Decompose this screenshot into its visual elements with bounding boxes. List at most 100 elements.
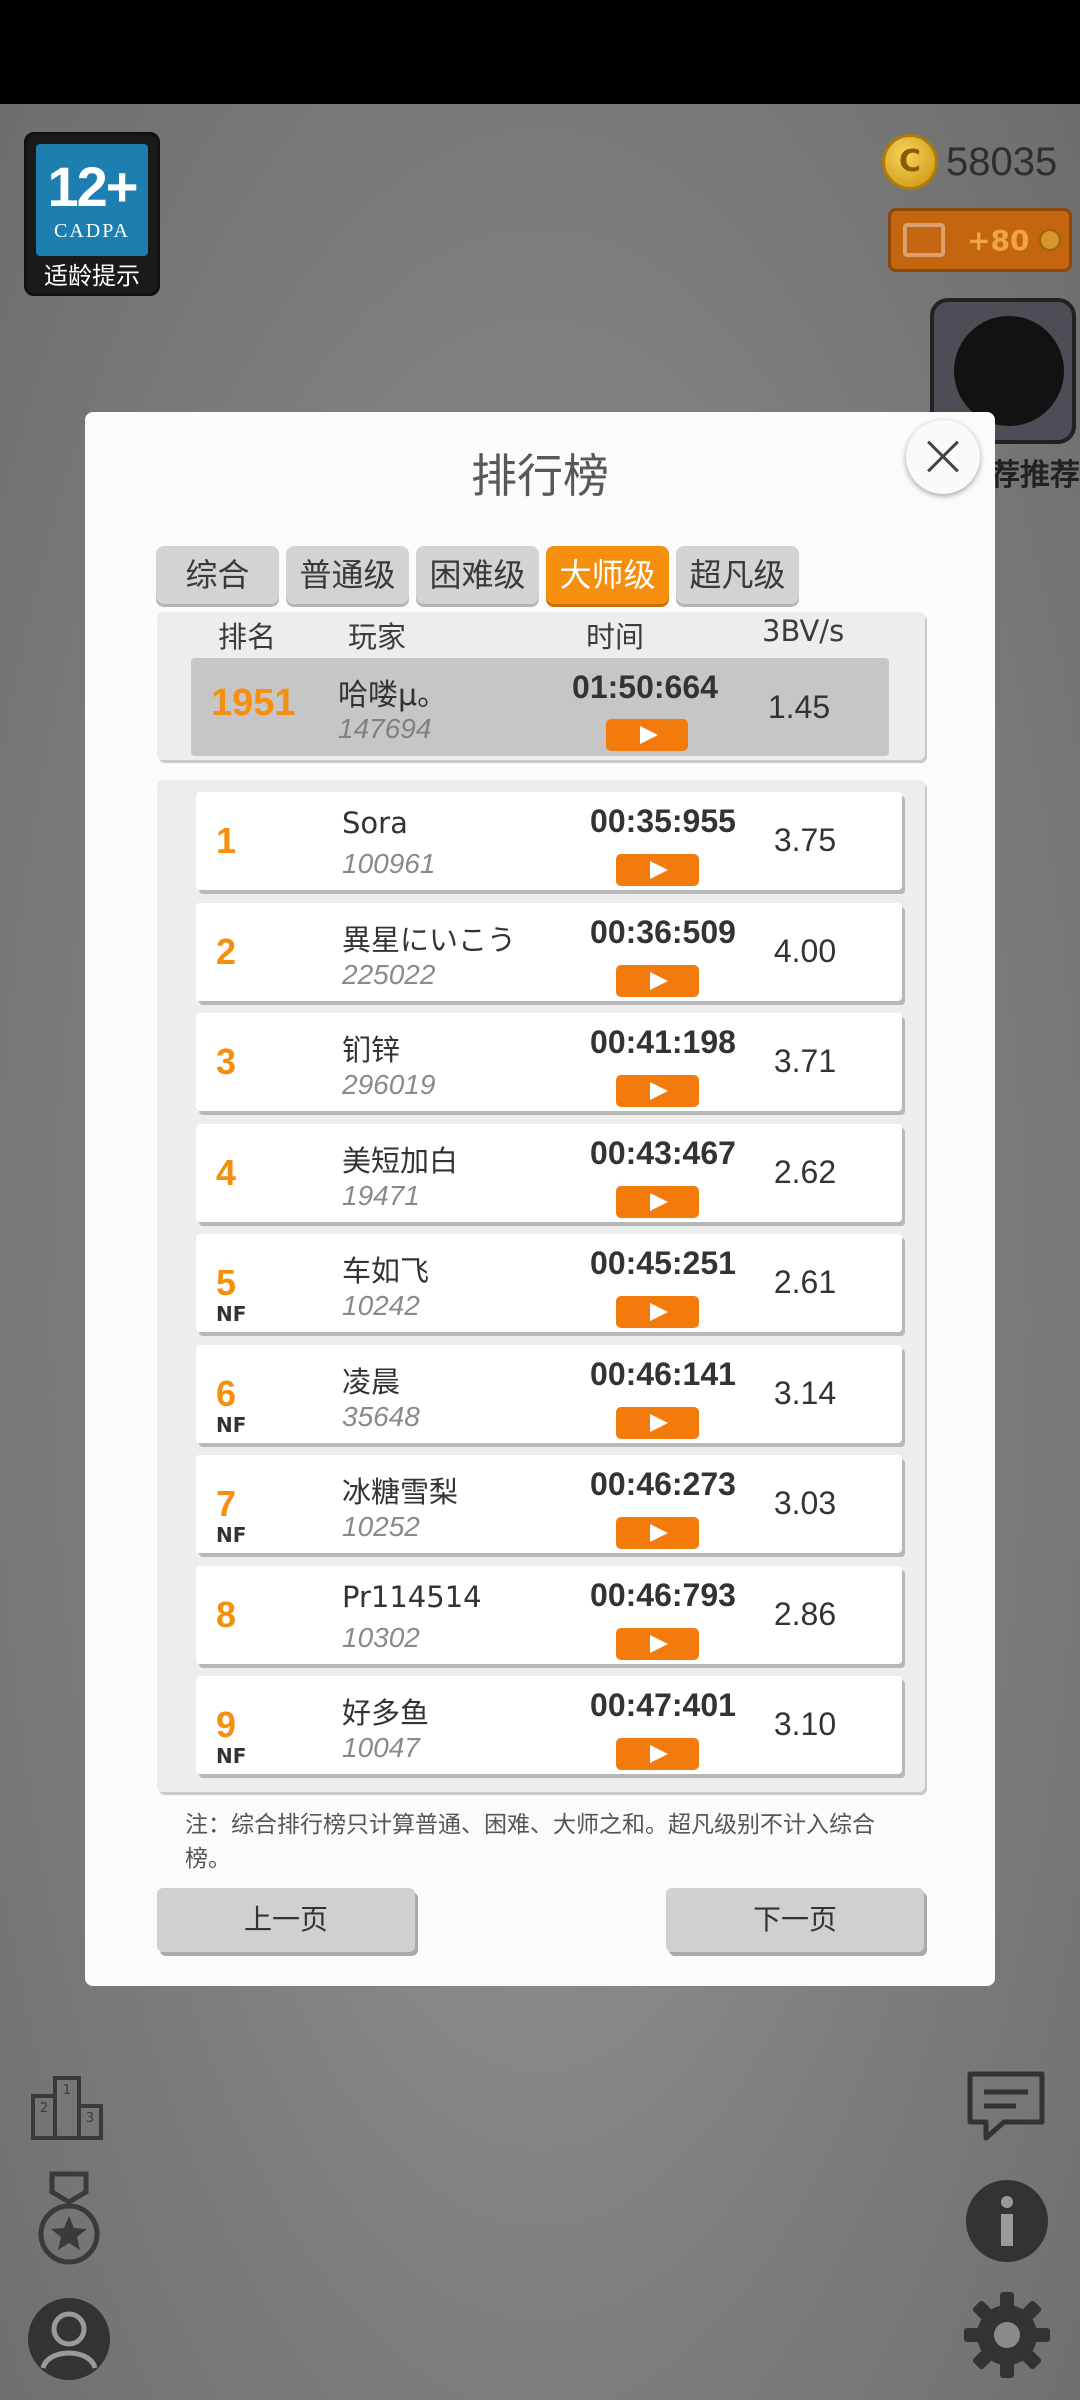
row-player-name: 異星にいこう: [342, 922, 517, 957]
recommend-label: 荐推荐: [990, 458, 1080, 493]
close-icon[interactable]: [906, 420, 980, 494]
play-replay-button[interactable]: [616, 964, 699, 997]
next-page-button[interactable]: 下一页: [666, 1888, 924, 1952]
row-player-id: 100961: [342, 848, 436, 879]
play-replay-button[interactable]: [616, 1185, 699, 1218]
nf-label: NF: [216, 1744, 247, 1768]
row-rank: 9: [216, 1704, 237, 1745]
leaderboard-row: 8 Pr114514 10302 00:46:793 2.86: [196, 1565, 902, 1664]
row-player-name: Sora: [342, 806, 408, 840]
row-rank: 5: [216, 1262, 237, 1303]
medal-icon[interactable]: [34, 2170, 104, 2268]
row-rank: 2: [216, 930, 237, 972]
play-replay-button[interactable]: [616, 1738, 699, 1770]
age-rating-org: CADPA: [54, 220, 130, 242]
row-player-id: 19471: [342, 1179, 420, 1211]
row-bvs: 3.10: [773, 1706, 837, 1742]
row-time: 00:46:793: [590, 1576, 736, 1613]
nf-label: NF: [216, 1523, 247, 1547]
play-replay-button[interactable]: [616, 1406, 699, 1439]
play-replay-button[interactable]: [606, 719, 688, 751]
tab-hard[interactable]: 困难级: [416, 546, 539, 604]
coin-balance: C 58035: [882, 132, 1057, 192]
age-rating-caption: 适龄提示: [44, 262, 140, 290]
my-player-name: 哈喽μ。: [338, 678, 448, 713]
row-bvs: 3.14: [773, 1374, 837, 1411]
row-player-id: 35648: [342, 1400, 420, 1432]
age-rating-number: 12+: [47, 155, 139, 218]
info-icon[interactable]: [964, 2178, 1050, 2264]
leaderboard-row: 5 NF 车如飞 10242 00:45:251 2.61: [196, 1234, 902, 1332]
row-player-id: 10302: [342, 1621, 420, 1653]
film-icon: [903, 223, 945, 257]
nf-label: NF: [216, 1302, 247, 1326]
play-replay-button[interactable]: [616, 1296, 699, 1328]
tab-overall[interactable]: 综合: [156, 546, 279, 604]
tab-master[interactable]: 大师级: [546, 546, 669, 604]
recommend-avatar: [954, 316, 1064, 426]
row-bvs: 3.71: [773, 1043, 837, 1079]
row-player-id: 296019: [342, 1069, 436, 1100]
row-player-name: 好多鱼: [342, 1696, 430, 1730]
row-bvs: 2.62: [773, 1153, 837, 1190]
watch-video-bonus-button[interactable]: +80: [888, 208, 1072, 272]
leaderboard-row: 3 钔锌 296019 00:41:198 3.71: [196, 1013, 902, 1111]
row-player-id: 10252: [342, 1511, 420, 1542]
row-player-name: 钔锌: [342, 1033, 401, 1067]
tab-normal[interactable]: 普通级: [286, 546, 409, 604]
my-player-id: 147694: [338, 713, 432, 744]
profile-icon[interactable]: [26, 2296, 112, 2382]
my-time: 01:50:664: [572, 669, 718, 705]
row-player-id: 225022: [342, 958, 436, 990]
row-time: 00:35:955: [590, 803, 736, 839]
row-player-name: 美短加白: [342, 1143, 459, 1178]
prev-page-button[interactable]: 上一页: [157, 1888, 415, 1952]
row-player-name: 凌晨: [342, 1364, 401, 1399]
my-rank: 1951: [211, 682, 296, 724]
difficulty-tabs: 综合 普通级 困难级 大师级 超凡级: [156, 546, 799, 604]
leaderboard-row: 7 NF 冰糖雪梨 10252 00:46:273 3.03: [196, 1455, 902, 1553]
my-bvs: 1.45: [767, 689, 831, 725]
svg-text:1: 1: [63, 2083, 71, 2098]
row-time: 00:45:251: [590, 1245, 736, 1281]
leaderboard-list: 1 Sora 100961 00:35:955 3.75 2 異星にいこう 22…: [196, 792, 902, 1787]
column-header-time: 时间: [586, 620, 645, 654]
row-time: 00:46:273: [590, 1466, 736, 1502]
age-rating-badge[interactable]: 12+ CADPA 适龄提示: [24, 132, 160, 296]
chat-icon[interactable]: [964, 2068, 1048, 2144]
row-bvs: 3.75: [773, 822, 837, 858]
play-replay-button[interactable]: [616, 854, 699, 886]
row-time: 00:46:141: [590, 1355, 736, 1392]
row-time: 00:36:509: [590, 913, 736, 950]
nf-label: NF: [216, 1412, 247, 1437]
row-player-id: 10242: [342, 1290, 420, 1321]
coin-icon: [1039, 229, 1062, 251]
tab-extraordinary[interactable]: 超凡级: [676, 546, 799, 604]
column-header-player: 玩家: [348, 620, 407, 654]
row-bvs: 4.00: [773, 932, 837, 969]
column-header-bvs: 3BV/s: [762, 614, 845, 648]
podium-icon[interactable]: 12 3: [30, 2074, 104, 2142]
leaderboard-row: 9 NF 好多鱼 10047 00:47:401 3.10: [196, 1676, 902, 1774]
gear-icon[interactable]: [962, 2290, 1052, 2380]
leaderboard-row: 2 異星にいこう 225022 00:36:509 4.00: [196, 902, 902, 1001]
row-player-id: 10047: [342, 1732, 420, 1763]
age-rating-logo: 12+ CADPA: [36, 144, 148, 256]
row-rank: 3: [216, 1041, 237, 1082]
row-time: 00:41:198: [590, 1024, 736, 1060]
row-bvs: 2.86: [773, 1595, 837, 1632]
row-player-name: Pr114514: [342, 1579, 482, 1614]
play-replay-button[interactable]: [616, 1517, 699, 1549]
svg-text:2: 2: [40, 2101, 48, 2116]
row-time: 00:47:401: [590, 1687, 736, 1723]
row-player-name: 冰糖雪梨: [342, 1475, 459, 1509]
row-rank: 4: [216, 1151, 237, 1193]
leaderboard-row: 1 Sora 100961 00:35:955 3.75: [196, 792, 902, 890]
row-player-name: 车如飞: [342, 1254, 430, 1288]
play-replay-button[interactable]: [616, 1627, 699, 1660]
column-header-rank: 排名: [218, 620, 277, 654]
svg-text:3: 3: [86, 2111, 94, 2126]
row-bvs: 3.03: [773, 1485, 837, 1521]
play-replay-button[interactable]: [616, 1075, 699, 1107]
row-time: 00:43:467: [590, 1134, 736, 1171]
